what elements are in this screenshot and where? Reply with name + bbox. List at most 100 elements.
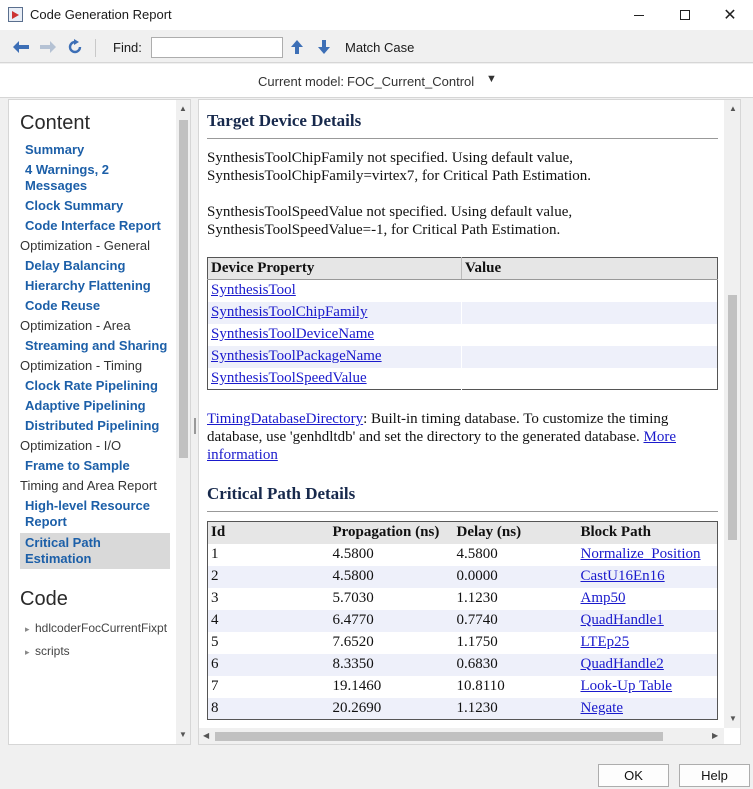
block-path-link[interactable]: LTEp25	[581, 634, 630, 650]
scroll-down-icon[interactable]: ▼	[729, 714, 737, 723]
code-heading: Code	[20, 588, 68, 610]
sidebar-item-critical-path-estimation[interactable]: Critical Path Estimation	[20, 533, 170, 569]
table-row: SynthesisToolSpeedValue	[207, 367, 718, 390]
scroll-down-icon[interactable]: ▼	[179, 730, 187, 739]
table-row: 1 4.5800 4.5800 Normalize_Position	[211, 546, 701, 562]
table-cell	[462, 324, 718, 346]
table-row: SynthesisToolPackageName	[207, 345, 718, 368]
table-row: 4 6.4770 0.7740 QuadHandle1	[207, 609, 718, 632]
device-property-link[interactable]: SynthesisToolDeviceName	[211, 326, 374, 342]
report-app-icon	[8, 7, 23, 22]
device-property-table: Device Property Value SynthesisTool Synt…	[207, 257, 718, 390]
table-row: SynthesisToolDeviceName	[207, 323, 718, 346]
device-property-link[interactable]: SynthesisToolChipFamily	[211, 304, 367, 320]
scroll-up-icon[interactable]: ▲	[729, 104, 737, 113]
sidebar-item-warnings[interactable]: 4 Warnings, 2 Messages	[20, 162, 170, 194]
sidebar-scrollbar[interactable]: ▲ ▼	[176, 100, 190, 744]
sidebar-item-code-reuse[interactable]: Code Reuse	[20, 298, 170, 314]
find-label: Find:	[113, 40, 142, 55]
block-path-link[interactable]: Negate	[581, 700, 623, 716]
sidebar-item-distributed-pipelining[interactable]: Distributed Pipelining	[20, 418, 170, 434]
find-next-arrow-icon[interactable]	[314, 38, 334, 56]
timing-database-link[interactable]: TimingDatabaseDirectory	[207, 411, 363, 427]
minimize-button[interactable]	[616, 0, 662, 30]
column-header: Delay (ns)	[453, 521, 578, 544]
table-row: 5 7.6520 1.1750 LTEp25	[211, 634, 630, 650]
match-case-option[interactable]: Match Case	[345, 40, 414, 55]
critical-path-table: Id Propagation (ns) Delay (ns) Block Pat…	[207, 521, 718, 720]
table-row: 8 20.2690 1.1230 Negate	[207, 697, 718, 720]
table-row: 2 4.5800 0.0000 CastU16En16	[207, 565, 718, 588]
find-input[interactable]	[151, 37, 283, 58]
block-path-link[interactable]: Normalize_Position	[581, 546, 701, 562]
content-heading: Content	[20, 112, 91, 134]
maximize-button[interactable]	[662, 0, 708, 30]
forward-arrow-icon[interactable]	[38, 38, 58, 56]
heading-divider	[207, 511, 718, 512]
column-header: Value	[461, 257, 718, 280]
block-path-link[interactable]: CastU16En16	[581, 568, 665, 584]
device-property-link[interactable]: SynthesisTool	[211, 282, 296, 298]
current-model-value[interactable]: FOC_Current_Control	[347, 74, 474, 89]
critical-path-heading: Critical Path Details	[207, 484, 356, 503]
device-property-link[interactable]: SynthesisToolSpeedValue	[211, 370, 367, 386]
block-path-link[interactable]: Amp50	[581, 590, 626, 606]
panel-splitter-handle[interactable]	[194, 418, 196, 434]
sidebar-item-delay-balancing[interactable]: Delay Balancing	[20, 258, 170, 274]
block-path-link[interactable]: QuadHandle1	[581, 612, 664, 628]
contents-sidebar: Content Summary 4 Warnings, 2 Messages C…	[8, 99, 191, 745]
information-link[interactable]: information	[207, 447, 278, 463]
content-vertical-scrollbar[interactable]: ▲ ▼	[724, 100, 740, 728]
table-cell	[462, 280, 718, 302]
column-header: Block Path	[577, 521, 718, 544]
table-row: SynthesisTool	[207, 279, 718, 302]
window-title: Code Generation Report	[30, 7, 172, 22]
toolbar: Find: Match Case	[0, 31, 753, 63]
chevron-down-icon[interactable]: ▼	[486, 73, 497, 85]
find-previous-arrow-icon[interactable]	[287, 38, 307, 56]
device-property-link[interactable]: SynthesisToolPackageName	[211, 348, 382, 364]
content-horizontal-scroll-thumb[interactable]	[215, 732, 663, 741]
table-row: 6 8.3350 0.6830 QuadHandle2	[207, 653, 718, 676]
ok-button[interactable]: OK	[598, 764, 669, 787]
toolbar-separator	[95, 39, 96, 57]
sidebar-item-hierarchy-flattening[interactable]: Hierarchy Flattening	[20, 278, 170, 294]
refresh-icon[interactable]	[65, 38, 85, 56]
sidebar-item-clock-rate-pipelining[interactable]: Clock Rate Pipelining	[20, 378, 170, 394]
table-cell	[462, 368, 718, 390]
block-path-link[interactable]: Look-Up Table	[581, 678, 673, 694]
tree-expand-icon: ▸	[25, 624, 30, 634]
content-horizontal-scrollbar[interactable]: ◀ ▶	[199, 728, 724, 744]
back-arrow-icon[interactable]	[11, 38, 31, 56]
sidebar-item-streaming-sharing[interactable]: Streaming and Sharing	[20, 338, 170, 354]
table-cell	[461, 301, 718, 324]
more-information-link[interactable]: More	[644, 429, 677, 445]
scroll-up-icon[interactable]: ▲	[179, 104, 187, 113]
target-device-heading: Target Device Details	[207, 111, 362, 130]
sidebar-item-clock-summary[interactable]: Clock Summary	[20, 198, 170, 214]
tree-item-hdlcoder-folder[interactable]: ▸ hdlcoderFocCurrentFixpt	[25, 621, 167, 635]
maximize-icon	[680, 10, 690, 20]
content-vertical-scroll-thumb[interactable]	[728, 295, 737, 540]
sidebar-section-optimization-io: Optimization - I/O	[20, 438, 122, 453]
minimize-icon	[634, 14, 644, 16]
sidebar-item-code-interface-report[interactable]: Code Interface Report	[20, 218, 170, 234]
sidebar-section-optimization-area: Optimization - Area	[20, 318, 131, 333]
sidebar-section-timing-area-report: Timing and Area Report	[20, 478, 157, 493]
close-button[interactable]: ✕	[707, 0, 753, 30]
chip-family-message: SynthesisToolChipFamily not specified. U…	[207, 150, 592, 184]
tree-item-scripts[interactable]: ▸ scripts	[25, 644, 70, 658]
table-cell	[461, 345, 718, 368]
scroll-right-icon[interactable]: ▶	[712, 731, 718, 740]
sidebar-item-adaptive-pipelining[interactable]: Adaptive Pipelining	[20, 398, 170, 414]
sidebar-item-frame-to-sample[interactable]: Frame to Sample	[20, 458, 170, 474]
help-button[interactable]: Help	[679, 764, 750, 787]
sidebar-item-summary[interactable]: Summary	[20, 142, 170, 158]
sidebar-item-high-level-resource-report[interactable]: High-level Resource Report	[20, 498, 170, 530]
block-path-link[interactable]: QuadHandle2	[581, 656, 664, 672]
report-content-panel: Target Device Details SynthesisToolChipF…	[198, 99, 741, 745]
current-model-bar: Current model: FOC_Current_Control ▼	[0, 64, 753, 98]
scroll-left-icon[interactable]: ◀	[203, 731, 209, 740]
sidebar-scroll-thumb[interactable]	[179, 120, 188, 458]
close-icon: ✕	[723, 7, 737, 24]
